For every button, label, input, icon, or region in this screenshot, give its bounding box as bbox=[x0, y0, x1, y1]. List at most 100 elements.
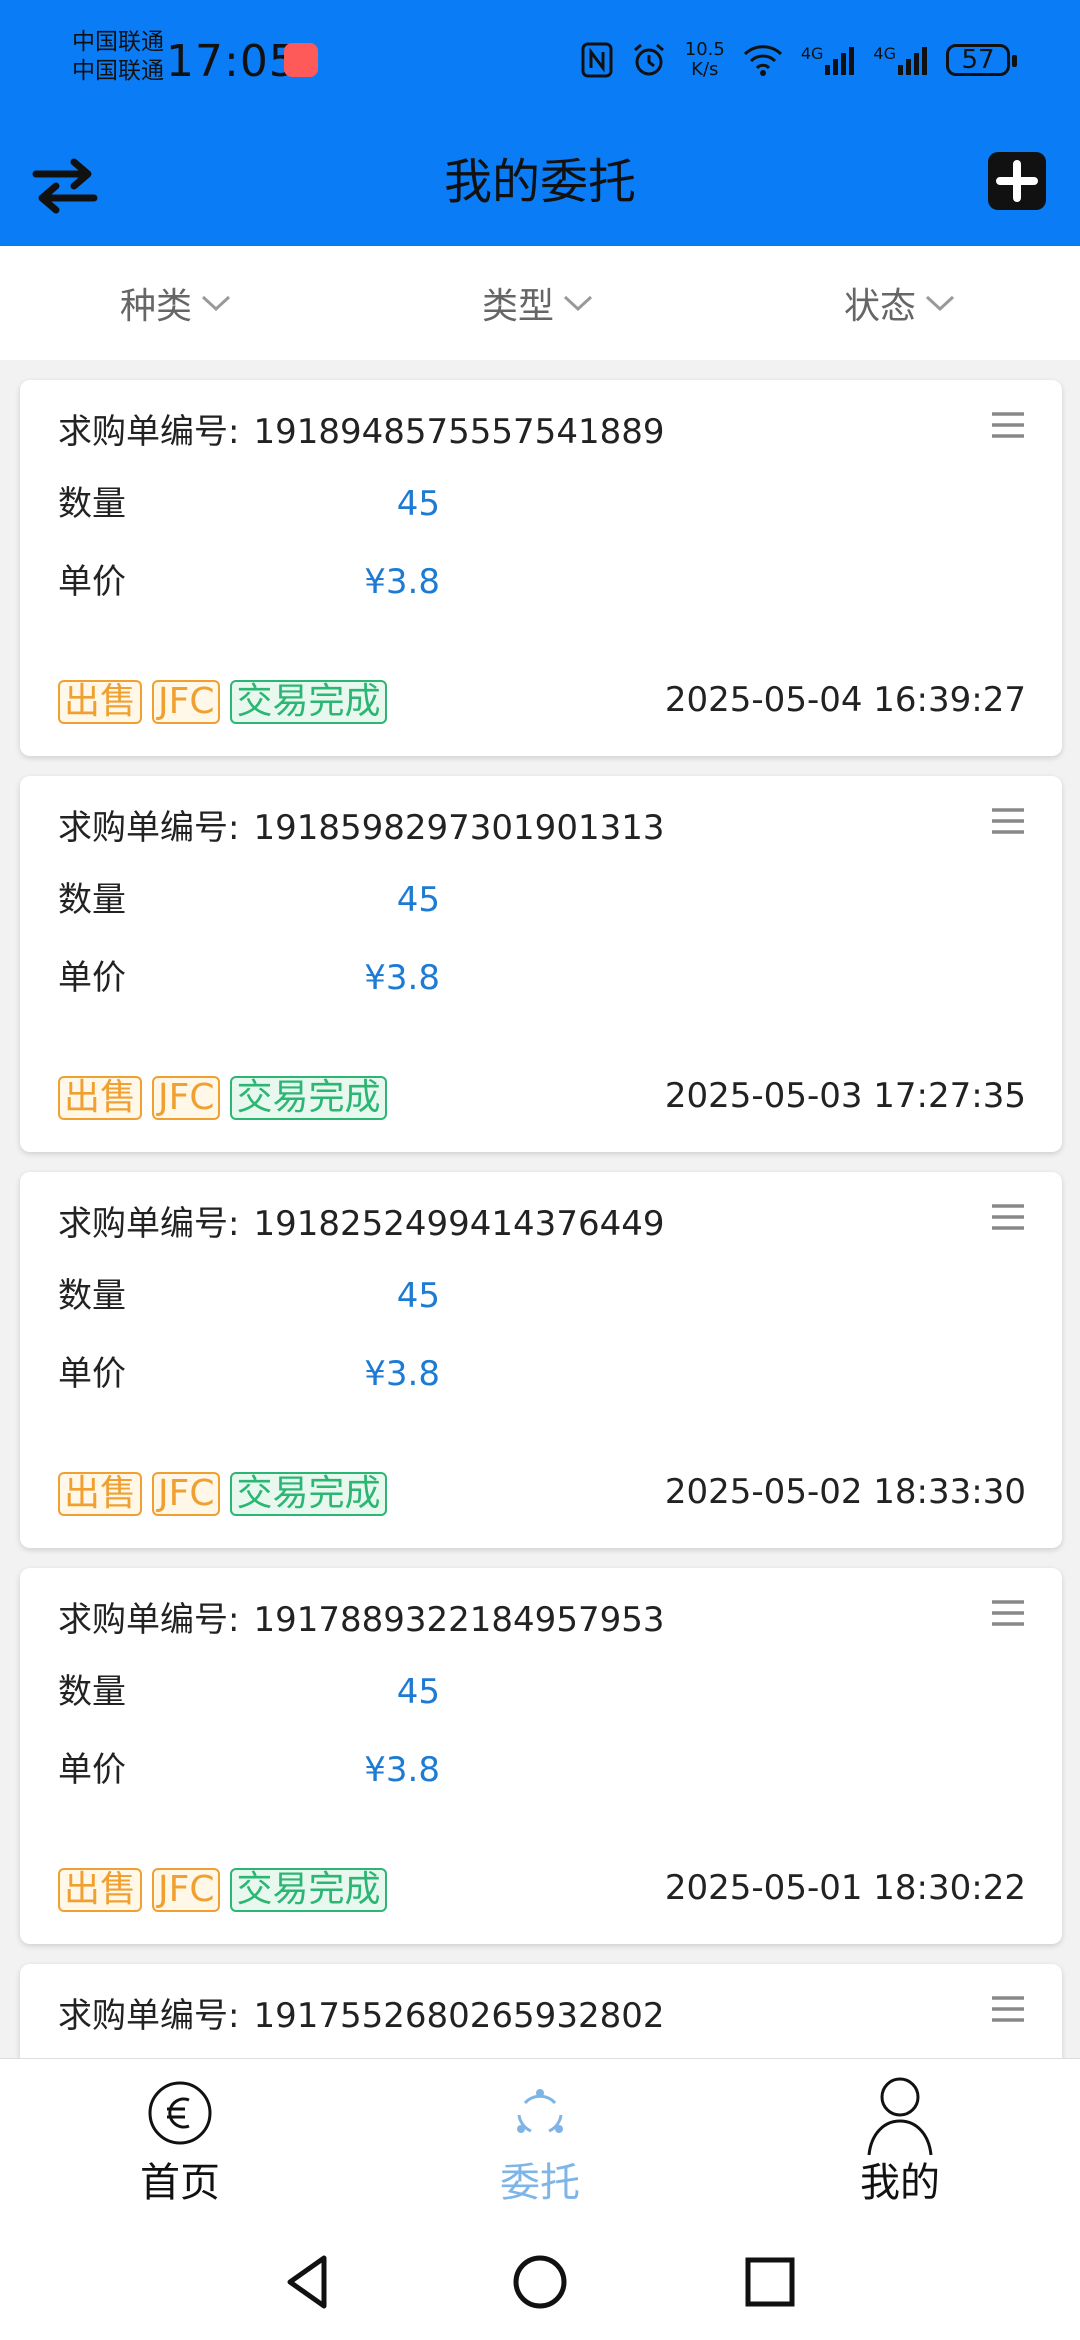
menu-icon[interactable] bbox=[990, 1994, 1026, 2024]
order-card[interactable]: 求购单编号: 1918252499414376449 数量 45 单价 ¥3.8 … bbox=[20, 1172, 1062, 1548]
unit-price-value: ¥3.8 bbox=[364, 562, 440, 602]
tag-group: 出售 JFC 交易完成 bbox=[58, 680, 387, 724]
tag-status: 交易完成 bbox=[230, 1868, 387, 1912]
order-number: 1918948575557541889 bbox=[253, 412, 665, 452]
tag-group: 出售 JFC 交易完成 bbox=[58, 1076, 387, 1120]
page-title: 我的委托 bbox=[443, 154, 636, 210]
tag-sell: 出售 bbox=[58, 1472, 143, 1516]
chevron-down-icon bbox=[201, 295, 231, 312]
home-circle-icon[interactable] bbox=[510, 2250, 570, 2314]
alarm-icon bbox=[633, 43, 664, 76]
signal-bars-icon bbox=[898, 47, 927, 75]
recents-square-icon[interactable] bbox=[740, 2250, 800, 2314]
order-number-label: 求购单编号: bbox=[58, 412, 240, 452]
quantity-value: 45 bbox=[396, 880, 440, 920]
tag-group: 出售 JFC 交易完成 bbox=[58, 1868, 387, 1912]
carrier-info: 中国联通 中国联通 bbox=[72, 28, 164, 86]
euro-icon bbox=[148, 2081, 212, 2145]
person-icon bbox=[867, 2077, 933, 2156]
unit-price-label: 单价 bbox=[58, 562, 126, 602]
filter-category-label: 种类 bbox=[120, 286, 193, 327]
unit-price-label: 单价 bbox=[58, 1750, 126, 1790]
order-number: 1918252499414376449 bbox=[253, 1204, 665, 1244]
menu-icon[interactable] bbox=[990, 410, 1026, 440]
unit-price-label: 单价 bbox=[58, 1354, 126, 1394]
filter-status[interactable]: 状态 bbox=[844, 246, 956, 360]
unit-price-value: ¥3.8 bbox=[364, 1354, 440, 1394]
signal-bars-icon bbox=[825, 47, 855, 75]
title-bar: 我的委托 bbox=[0, 120, 1080, 246]
tab-home[interactable]: 首页 bbox=[0, 2059, 360, 2229]
carrier-1: 中国联通 bbox=[72, 29, 164, 55]
order-number-label: 求购单编号: bbox=[58, 1600, 240, 1640]
order-time: 2025-05-04 16:39:27 bbox=[664, 680, 1026, 720]
cell-signal-1: 4G bbox=[801, 45, 856, 75]
tag-status: 交易完成 bbox=[230, 680, 387, 724]
clock: 17:05 bbox=[166, 36, 298, 87]
order-card[interactable]: 求购单编号: 1918948575557541889 数量 45 单价 ¥3.8 … bbox=[20, 380, 1062, 756]
order-number-row: 求购单编号: 1918598297301901313 bbox=[58, 804, 664, 852]
tab-entrust[interactable]: 委托 bbox=[360, 2059, 720, 2229]
battery-indicator: 57 bbox=[946, 44, 1017, 76]
tag-group: 出售 JFC 交易完成 bbox=[58, 1472, 387, 1516]
net-speed-unit: K/s bbox=[691, 59, 719, 80]
chevron-down-icon bbox=[925, 295, 955, 312]
menu-icon[interactable] bbox=[990, 806, 1026, 836]
cycle-icon bbox=[517, 2089, 563, 2133]
tag-coin: JFC bbox=[152, 1076, 221, 1120]
tag-sell: 出售 bbox=[58, 680, 143, 724]
app-notification-icon bbox=[284, 43, 318, 77]
system-nav-bar bbox=[0, 2228, 1080, 2340]
net-speed-value: 10.5 bbox=[684, 39, 725, 60]
network-2-label: 4G bbox=[873, 44, 896, 63]
tab-me[interactable]: 我的 bbox=[720, 2059, 1080, 2229]
tab-entrust-label: 委托 bbox=[500, 2160, 580, 2206]
order-time: 2025-05-02 18:33:30 bbox=[664, 1472, 1026, 1512]
cell-signal-2: 4G bbox=[873, 45, 928, 75]
tag-status: 交易完成 bbox=[230, 1076, 387, 1120]
tab-home-label: 首页 bbox=[140, 2160, 220, 2206]
order-number-row: 求购单编号: 1918252499414376449 bbox=[58, 1200, 664, 1248]
tag-status: 交易完成 bbox=[230, 1472, 387, 1516]
unit-price-value: ¥3.8 bbox=[364, 1750, 440, 1790]
order-number: 1917889322184957953 bbox=[253, 1600, 665, 1640]
wifi-icon bbox=[743, 45, 782, 76]
quantity-value: 45 bbox=[396, 1276, 440, 1316]
order-number-label: 求购单编号: bbox=[58, 1204, 240, 1244]
quantity-value: 45 bbox=[396, 484, 440, 524]
order-number-row: 求购单编号: 1918948575557541889 bbox=[58, 408, 664, 456]
filter-type[interactable]: 类型 bbox=[482, 246, 594, 360]
menu-icon[interactable] bbox=[990, 1598, 1026, 1628]
plus-square-icon[interactable] bbox=[988, 152, 1046, 210]
filter-status-label: 状态 bbox=[844, 286, 917, 327]
unit-price-value: ¥3.8 bbox=[364, 958, 440, 998]
order-time: 2025-05-03 17:27:35 bbox=[664, 1076, 1026, 1116]
status-icons: 10.5 K/s 4G 4G 57 bbox=[581, 38, 1017, 82]
tag-coin: JFC bbox=[152, 1868, 221, 1912]
quantity-label: 数量 bbox=[58, 1276, 126, 1316]
order-number: 1918598297301901313 bbox=[253, 808, 665, 848]
chevron-down-icon bbox=[563, 295, 593, 312]
quantity-label: 数量 bbox=[58, 880, 126, 920]
network-1-label: 4G bbox=[800, 44, 824, 63]
filter-type-label: 类型 bbox=[482, 286, 555, 327]
bottom-tab-bar: 首页 委托 我的 bbox=[0, 2058, 1080, 2229]
tag-coin: JFC bbox=[152, 680, 221, 724]
carrier-2: 中国联通 bbox=[72, 58, 164, 84]
menu-icon[interactable] bbox=[990, 1202, 1026, 1232]
unit-price-label: 单价 bbox=[58, 958, 126, 998]
order-card[interactable]: 求购单编号: 1918598297301901313 数量 45 单价 ¥3.8 … bbox=[20, 776, 1062, 1152]
nfc-icon bbox=[581, 42, 613, 78]
filter-category[interactable]: 种类 bbox=[120, 246, 232, 360]
order-time: 2025-05-01 18:30:22 bbox=[664, 1868, 1026, 1908]
tab-me-label: 我的 bbox=[860, 2160, 940, 2206]
order-number: 1917552680265932802 bbox=[253, 1996, 665, 2036]
back-triangle-icon[interactable] bbox=[280, 2250, 340, 2314]
order-number-label: 求购单编号: bbox=[58, 1996, 240, 2036]
quantity-label: 数量 bbox=[58, 1672, 126, 1712]
order-number-row: 求购单编号: 1917889322184957953 bbox=[58, 1596, 664, 1644]
tag-sell: 出售 bbox=[58, 1076, 143, 1120]
order-card[interactable]: 求购单编号: 1917889322184957953 数量 45 单价 ¥3.8 … bbox=[20, 1568, 1062, 1944]
app-header: 中国联通 中国联通 17:05 10.5 K/s 4G 4G 57 我的委托 bbox=[0, 0, 1080, 246]
status-bar: 中国联通 中国联通 17:05 10.5 K/s 4G 4G 57 bbox=[0, 0, 1080, 120]
